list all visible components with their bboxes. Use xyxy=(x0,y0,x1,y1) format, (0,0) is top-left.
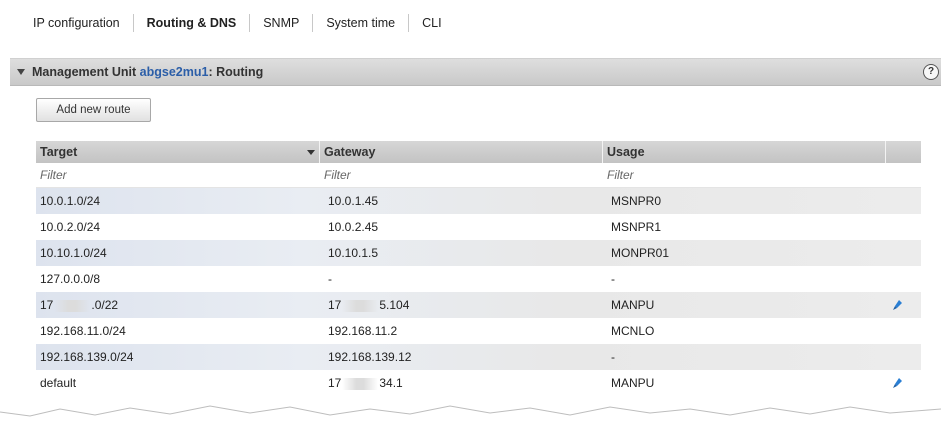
column-header-gateway[interactable]: Gateway xyxy=(320,141,603,163)
redacted-mask xyxy=(54,299,91,312)
cell-target: 10.10.1.0/24 xyxy=(40,246,107,260)
cell-usage: MANPU xyxy=(611,376,655,390)
cell-target: default xyxy=(40,376,77,390)
cell-gateway: 192.168.11.2 xyxy=(328,324,398,338)
cell-usage: MSNPR1 xyxy=(611,220,662,234)
filter-gateway-input[interactable] xyxy=(320,163,603,187)
cell-target-part: .0/22 xyxy=(91,298,119,312)
torn-edge xyxy=(0,405,941,426)
table-header: Target Gateway Usage xyxy=(36,141,921,164)
tab-cli[interactable]: CLI xyxy=(409,10,454,36)
cell-gateway-part: 17 xyxy=(328,376,342,390)
cell-usage: MCNLO xyxy=(611,324,655,338)
table-row[interactable]: 17 .0/22 17 5.104 MANPU xyxy=(36,292,921,318)
cell-gateway: 10.0.1.45 xyxy=(328,194,379,208)
cell-usage: - xyxy=(611,272,615,286)
cell-gateway-part: 17 xyxy=(328,298,342,312)
cell-target: 10.0.2.0/24 xyxy=(40,220,101,234)
filter-target-input[interactable] xyxy=(36,163,320,187)
cell-gateway: 17 34.1 xyxy=(324,370,403,396)
column-header-actions xyxy=(886,141,921,163)
redacted-mask xyxy=(342,299,379,312)
unit-link[interactable]: abgse2mu1 xyxy=(140,65,209,79)
cell-gateway: 10.0.2.45 xyxy=(328,220,379,234)
tab-ip-configuration[interactable]: IP configuration xyxy=(20,10,133,36)
add-new-route-button[interactable]: Add new route xyxy=(36,98,151,122)
edit-icon[interactable] xyxy=(891,299,903,311)
table-row[interactable]: 192.168.139.0/24 192.168.139.12 - xyxy=(36,344,921,370)
help-icon[interactable]: ? xyxy=(923,64,939,80)
sort-desc-icon xyxy=(307,150,315,155)
panel-title-suffix: : Routing xyxy=(208,65,264,79)
cell-gateway: - xyxy=(328,272,332,286)
cell-usage: MSNPR0 xyxy=(611,194,662,208)
cell-target-part: 17 xyxy=(40,298,54,312)
cell-gateway: 10.10.1.5 xyxy=(328,246,379,260)
column-header-usage[interactable]: Usage xyxy=(603,141,886,163)
cell-gateway: 192.168.139.12 xyxy=(328,350,412,364)
cell-gateway: 17 5.104 xyxy=(324,292,409,318)
tab-bar: IP configuration Routing & DNS SNMP Syst… xyxy=(20,10,455,36)
filter-row xyxy=(36,163,921,188)
panel-header: Management Unit abgse2mu1: Routing ? xyxy=(10,58,941,86)
column-header-target[interactable]: Target xyxy=(36,141,320,163)
collapse-icon[interactable] xyxy=(17,69,25,75)
cell-gateway-part: 5.104 xyxy=(379,298,410,312)
cell-target: 192.168.11.0/24 xyxy=(40,324,126,338)
tab-routing-dns[interactable]: Routing & DNS xyxy=(134,10,250,36)
panel-title: Management Unit abgse2mu1: Routing xyxy=(32,65,263,79)
column-header-label: Usage xyxy=(607,145,645,159)
tab-system-time[interactable]: System time xyxy=(313,10,408,36)
cell-target: 17 .0/22 xyxy=(36,292,118,318)
routes-table: Target Gateway Usage 10.0.1.0/24 10.0.1.… xyxy=(36,141,921,426)
redacted-mask xyxy=(342,377,379,390)
cell-target: 192.168.139.0/24 xyxy=(40,350,134,364)
tab-snmp[interactable]: SNMP xyxy=(250,10,312,36)
cell-target: 127.0.0.0/8 xyxy=(40,272,101,286)
edit-icon[interactable] xyxy=(891,377,903,389)
filter-usage-input[interactable] xyxy=(603,163,886,187)
table-row[interactable]: 10.0.1.0/24 10.0.1.45 MSNPR0 xyxy=(36,188,921,214)
column-header-label: Gateway xyxy=(324,145,376,159)
cell-usage: MANPU xyxy=(611,298,655,312)
column-header-label: Target xyxy=(40,145,78,159)
cell-usage: - xyxy=(611,350,615,364)
table-row[interactable]: default 17 34.1 MANPU xyxy=(36,370,921,396)
cell-gateway-part: 34.1 xyxy=(379,376,403,390)
panel-title-prefix: Management Unit xyxy=(32,65,137,79)
cell-usage: MONPR01 xyxy=(611,246,670,260)
table-row[interactable]: 127.0.0.0/8 - - xyxy=(36,266,921,292)
cell-target: 10.0.1.0/24 xyxy=(40,194,101,208)
table-row[interactable]: 10.0.2.0/24 10.0.2.45 MSNPR1 xyxy=(36,214,921,240)
table-row[interactable]: 192.168.11.0/24 192.168.11.2 MCNLO xyxy=(36,318,921,344)
table-row[interactable]: 10.10.1.0/24 10.10.1.5 MONPR01 xyxy=(36,240,921,266)
